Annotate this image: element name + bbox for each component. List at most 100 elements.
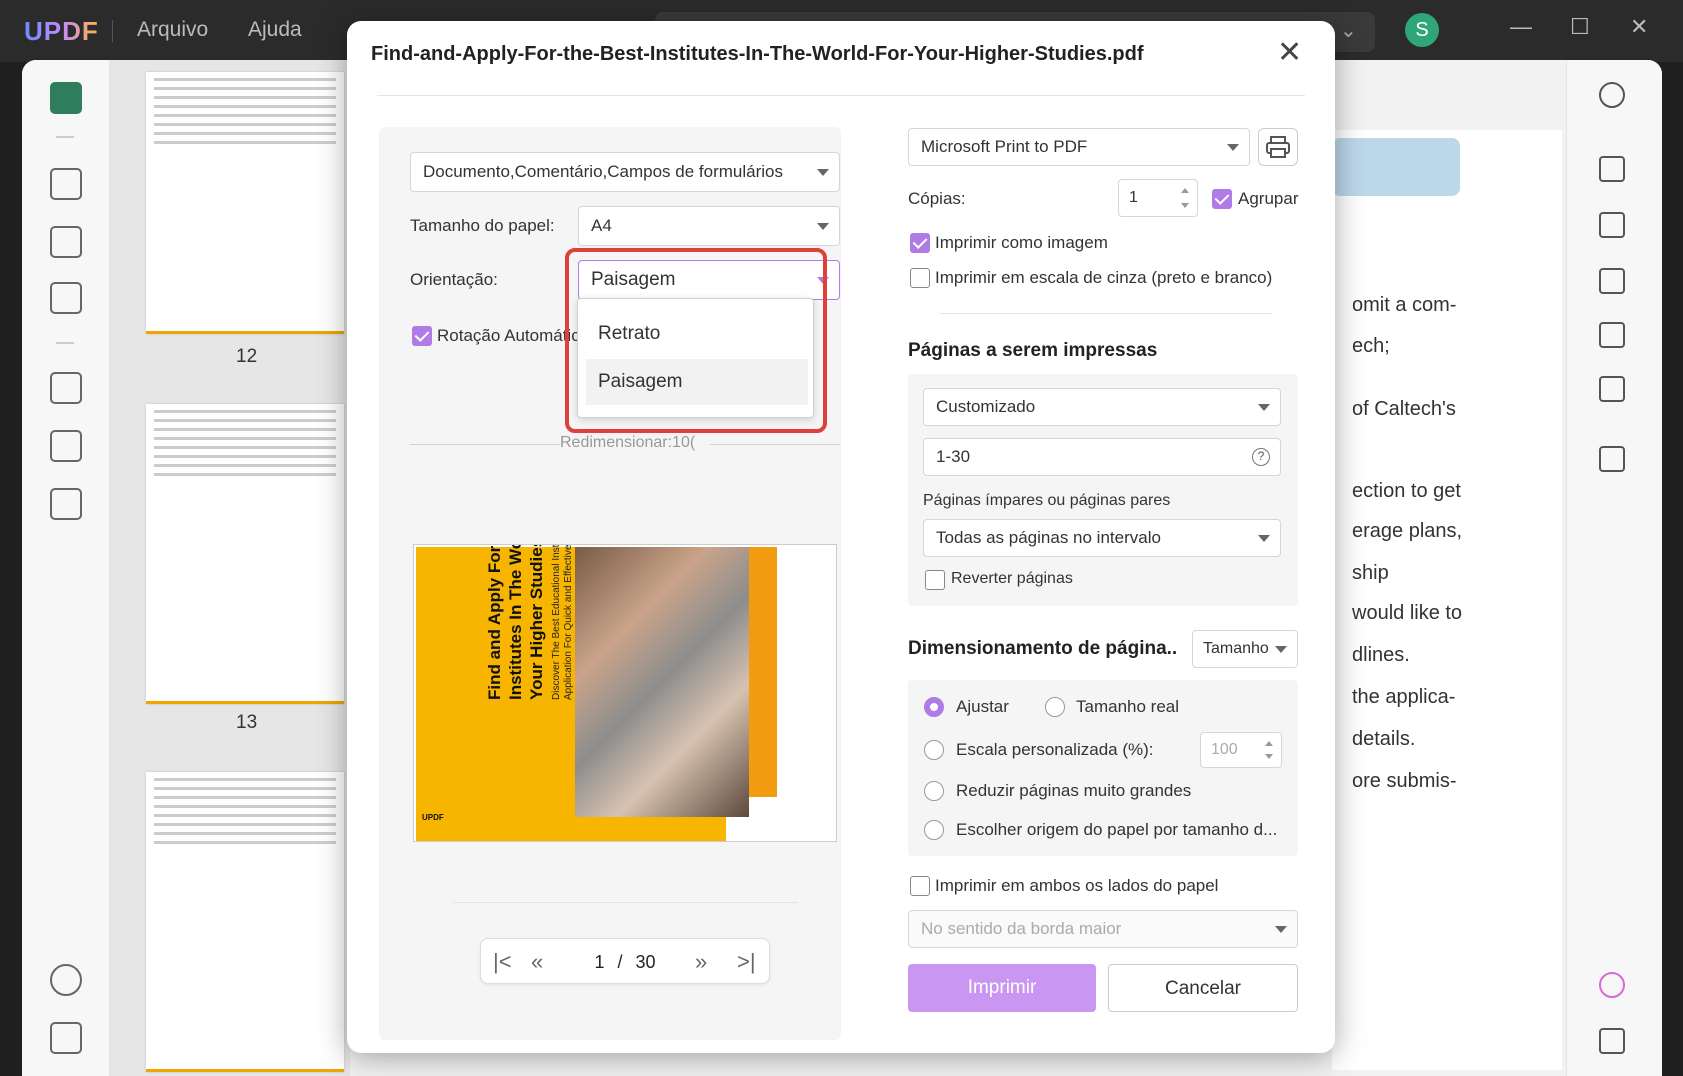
caret-down-icon <box>817 223 829 230</box>
share-icon[interactable] <box>1599 322 1625 348</box>
maximize-icon[interactable]: ☐ <box>1570 14 1590 40</box>
bookmark-icon[interactable] <box>50 1022 82 1054</box>
reverse-pages-label: Reverter páginas <box>951 570 1073 587</box>
stepper-down-icon[interactable] <box>1265 754 1273 759</box>
ocr-icon[interactable] <box>1599 156 1625 182</box>
printer-select[interactable]: Microsoft Print to PDF <box>908 128 1250 166</box>
sizing-section-title: Dimensionamento de página.. <box>908 638 1178 659</box>
caret-down-icon <box>817 169 829 176</box>
shrink-radio[interactable] <box>924 781 944 801</box>
doc-text: of Caltech's <box>1352 398 1456 420</box>
collate-checkbox[interactable] <box>1212 189 1232 209</box>
previous-page-icon[interactable]: « <box>531 949 543 975</box>
caret-down-icon <box>1275 646 1287 653</box>
next-page-icon[interactable]: » <box>695 949 707 975</box>
last-page-icon[interactable]: >| <box>737 949 756 975</box>
thumbnail-page[interactable] <box>146 72 344 334</box>
doc-text: omit a com- <box>1352 294 1457 316</box>
reader-icon[interactable] <box>50 82 82 114</box>
organize-icon[interactable] <box>50 372 82 404</box>
caret-down-icon <box>1258 404 1270 411</box>
grayscale-checkbox[interactable] <box>910 268 930 288</box>
odd-even-value: Todas as páginas no intervalo <box>936 528 1161 547</box>
shrink-label: Reduzir páginas muito grandes <box>956 781 1192 800</box>
custom-scale-radio[interactable] <box>924 740 944 760</box>
crop-icon[interactable] <box>50 430 82 462</box>
dialog-divider <box>377 95 1305 96</box>
content-select-value: Documento,Comentário,Campos de formulári… <box>423 162 783 181</box>
copies-value: 1 <box>1129 189 1138 206</box>
stepper-up-icon[interactable] <box>1181 188 1189 193</box>
print-preview: Find and Apply For the Best Institutes I… <box>413 544 837 842</box>
fit-label: Ajustar <box>956 697 1009 716</box>
highlight-annotation <box>565 248 827 433</box>
close-icon[interactable]: ✕ <box>1277 35 1302 70</box>
window-close-icon[interactable]: ✕ <box>1630 14 1648 40</box>
first-page-icon[interactable]: |< <box>493 949 512 975</box>
protect-icon[interactable] <box>1599 268 1625 294</box>
printer-value: Microsoft Print to PDF <box>921 137 1088 156</box>
mail-icon[interactable] <box>1599 376 1625 402</box>
highlight-icon[interactable] <box>50 168 82 200</box>
duplex-checkbox[interactable] <box>910 876 930 896</box>
fit-radio[interactable] <box>924 697 944 717</box>
menu-arquivo[interactable]: Arquivo <box>137 18 208 42</box>
avatar[interactable]: S <box>1405 13 1439 47</box>
auto-rotate-label: Rotação Automátic <box>437 326 580 345</box>
preview-text: Find and Apply For the Best Institutes I… <box>484 545 575 700</box>
duplex-edge-select[interactable]: No sentido da borda maior <box>908 910 1298 948</box>
menu-ajuda[interactable]: Ajuda <box>248 18 302 42</box>
section-divider <box>940 313 1272 314</box>
search-icon[interactable] <box>1599 82 1625 108</box>
doc-text: erage plans, <box>1352 520 1463 542</box>
resize-divider <box>410 444 560 445</box>
right-toolbar <box>1566 60 1662 1076</box>
toolbar-divider <box>56 342 74 344</box>
print-as-image-checkbox[interactable] <box>910 233 930 253</box>
actual-size-radio[interactable] <box>1045 697 1065 717</box>
stepper-up-icon[interactable] <box>1265 741 1273 746</box>
copies-stepper[interactable]: 1 <box>1118 179 1198 217</box>
orientation-label: Orientação: <box>410 270 498 289</box>
content-select[interactable]: Documento,Comentário,Campos de formulári… <box>410 152 840 192</box>
resize-label: Redimensionar:10( <box>560 434 696 451</box>
paper-size-select[interactable]: A4 <box>578 206 840 246</box>
paper-source-radio[interactable] <box>924 820 944 840</box>
page-indicator[interactable]: 1 / 30 <box>573 945 677 979</box>
minimize-icon[interactable]: — <box>1510 14 1532 40</box>
thumbnail-page-number: 13 <box>236 712 258 733</box>
save-icon[interactable] <box>1599 446 1625 472</box>
thumbnail-page[interactable] <box>146 404 344 704</box>
cancel-button[interactable]: Cancelar <box>1108 964 1298 1012</box>
page-navigator: |< « 1 / 30 » >| <box>480 938 770 984</box>
printer-properties-button[interactable] <box>1258 128 1298 166</box>
reverse-pages-checkbox[interactable] <box>925 570 945 590</box>
layers-icon[interactable] <box>50 964 82 996</box>
custom-scale-stepper[interactable]: 100 <box>1200 732 1282 768</box>
duplex-edge-value: No sentido da borda maior <box>921 919 1122 938</box>
duplex-label: Imprimir em ambos os lados do papel <box>935 876 1219 895</box>
custom-scale-label: Escala personalizada (%): <box>956 740 1154 759</box>
thumbnail-page-number: 12 <box>236 346 258 367</box>
chevron-down-icon[interactable]: ⌄ <box>1340 18 1357 43</box>
pages-icon[interactable] <box>50 488 82 520</box>
form-icon[interactable] <box>50 282 82 314</box>
edit-icon[interactable] <box>50 226 82 258</box>
stepper-down-icon[interactable] <box>1181 203 1189 208</box>
thumbnail-page[interactable] <box>146 772 344 1072</box>
sizing-mode-select[interactable]: Tamanho <box>1192 630 1298 668</box>
odd-even-select[interactable]: Todas as páginas no intervalo <box>923 519 1281 557</box>
doc-text: ship <box>1352 562 1389 584</box>
auto-rotate-checkbox[interactable] <box>412 326 432 346</box>
convert-icon[interactable] <box>1599 212 1625 238</box>
collate-label: Agrupar <box>1238 189 1299 208</box>
ai-assistant-icon[interactable] <box>1599 972 1625 998</box>
help-icon[interactable]: ? <box>1252 448 1270 466</box>
page-range-value: 1-30 <box>936 447 971 466</box>
doc-text: the applica- <box>1352 686 1456 708</box>
thumbnail-panel: 12 13 <box>110 60 350 1076</box>
page-range-input[interactable]: 1-30 ? <box>923 438 1281 476</box>
print-button[interactable]: Imprimir <box>908 964 1096 1012</box>
pages-mode-select[interactable]: Customizado <box>923 388 1281 426</box>
comment-icon[interactable] <box>1599 1028 1625 1054</box>
